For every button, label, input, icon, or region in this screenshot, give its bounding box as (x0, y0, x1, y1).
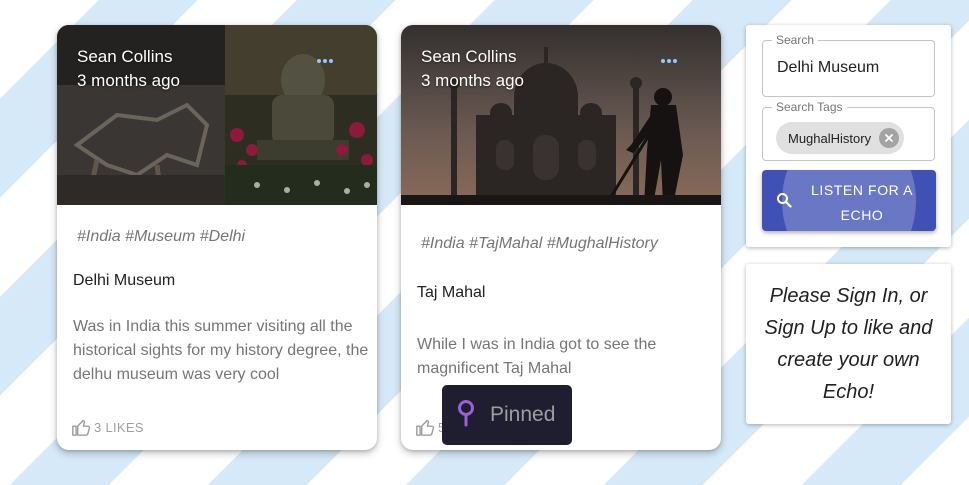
pinned-label: Pinned (490, 403, 556, 426)
like-button[interactable]: 3 LIKES (71, 418, 144, 436)
card-image-taj-mahal: Sean Collins 3 months ago (401, 25, 721, 205)
signin-message: Please Sign In, or Sign Up to like and c… (764, 285, 933, 403)
search-input[interactable] (777, 59, 927, 77)
more-options-icon[interactable] (315, 51, 335, 71)
search-panel: Search Search Tags MughalHistory LISTEN … (746, 25, 951, 247)
card-title: Delhi Museum (73, 272, 176, 289)
more-options-icon[interactable] (659, 51, 679, 71)
echo-card-delhi-museum: Sean Collins 3 months ago #India #Museum… (57, 25, 377, 450)
thumbs-up-icon (416, 419, 435, 436)
card-image-museum: Sean Collins 3 months ago (57, 25, 377, 205)
listen-for-echo-button[interactable]: LISTEN FOR A ECHO (762, 170, 936, 231)
pin-icon (456, 399, 476, 432)
tag-chip-label: MughalHistory (788, 130, 872, 146)
card-tags: #India #Museum #Delhi (77, 228, 246, 245)
search-icon (776, 192, 792, 213)
card-header: Sean Collins 3 months ago (421, 45, 524, 93)
author-name: Sean Collins (421, 47, 517, 66)
signin-prompt-panel: Please Sign In, or Sign Up to like and c… (746, 264, 951, 424)
likes-count: 3 LIKES (94, 419, 144, 435)
author-name: Sean Collins (77, 47, 173, 66)
chip-remove-icon[interactable] (879, 128, 900, 148)
search-tags-field[interactable]: Search Tags MughalHistory (762, 100, 935, 161)
post-time: 3 months ago (421, 71, 525, 90)
like-button[interactable]: 5 (415, 418, 446, 436)
search-tags-label: Search Tags (772, 100, 847, 114)
pinned-toast[interactable]: Pinned (442, 385, 572, 445)
search-label: Search (772, 33, 819, 47)
thumbs-up-icon (72, 419, 91, 436)
card-header: Sean Collins 3 months ago (77, 45, 180, 93)
search-field[interactable]: Search (762, 33, 935, 97)
card-tags: #India #TajMahal #MughalHistory (421, 235, 658, 252)
post-time: 3 months ago (77, 71, 181, 90)
card-description: Was in India this summer visiting all th… (73, 318, 369, 383)
tag-chip[interactable]: MughalHistory (776, 122, 905, 154)
card-description: While I was in India got to see the magn… (417, 336, 657, 377)
listen-button-label: LISTEN FOR A ECHO (810, 182, 914, 223)
card-title: Taj Mahal (417, 284, 486, 301)
